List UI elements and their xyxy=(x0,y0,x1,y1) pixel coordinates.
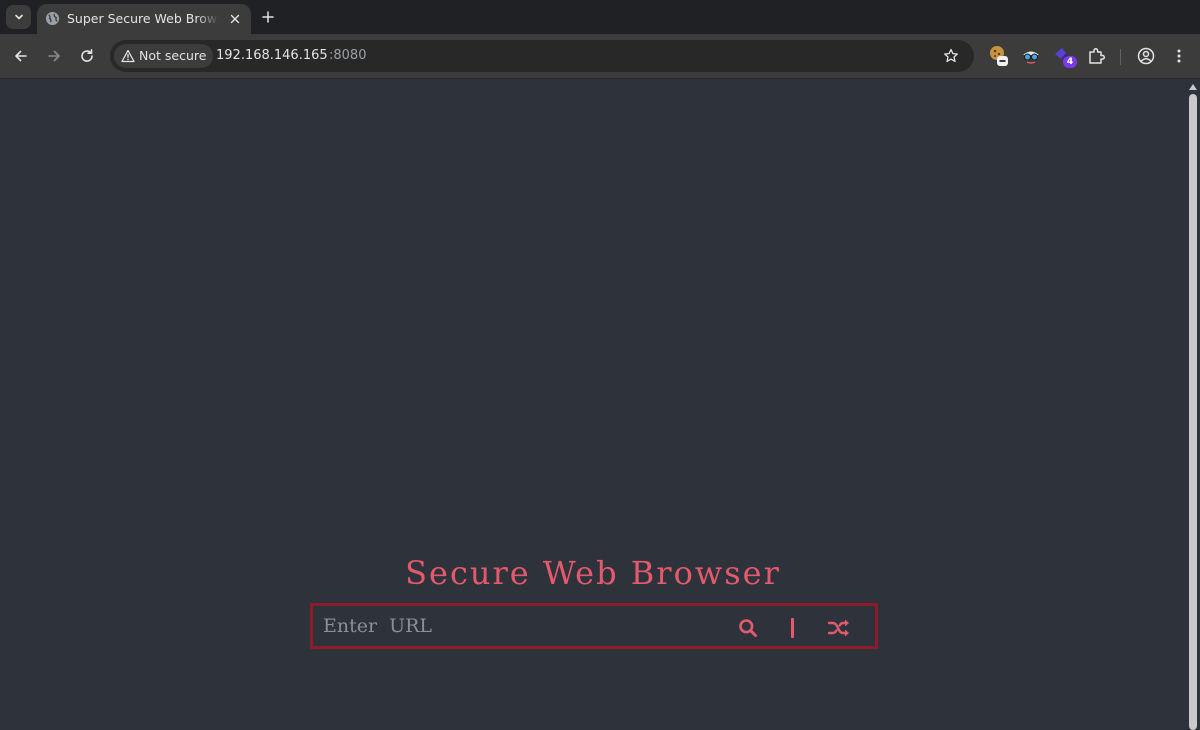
more-vert-icon xyxy=(1177,49,1181,63)
forward-button[interactable] xyxy=(42,44,66,68)
cookie-extension-icon xyxy=(990,46,1008,66)
page-title: Secure Web Browser xyxy=(405,554,781,592)
shuffle-icon xyxy=(827,619,849,637)
cookie-extension-button[interactable] xyxy=(988,44,1012,68)
tab-strip: Super Secure Web Browser xyxy=(0,0,1200,34)
bookmark-button[interactable] xyxy=(941,46,961,66)
star-icon xyxy=(944,48,958,63)
puzzle-extensions-icon xyxy=(1089,47,1106,64)
toolbar: Not secure 192.168.146.165 :8080 4 xyxy=(0,34,1200,79)
back-button[interactable] xyxy=(9,44,33,68)
tab-search-button[interactable] xyxy=(6,5,31,29)
tab-active[interactable]: Super Secure Web Browser xyxy=(37,4,251,34)
security-label: Not secure xyxy=(139,48,207,63)
scroll-up-icon[interactable] xyxy=(1189,84,1197,90)
arrow-left-icon xyxy=(15,50,27,62)
tab-close-button[interactable] xyxy=(226,10,244,28)
toolbar-separator xyxy=(1120,49,1121,65)
browser-menu-button[interactable] xyxy=(1167,44,1191,68)
scrollbar-thumb[interactable] xyxy=(1189,94,1197,730)
url-port: :8080 xyxy=(329,48,367,63)
browser-window: Super Secure Web Browser xyxy=(0,0,1200,730)
chevron-down-icon xyxy=(14,14,23,20)
address-bar[interactable]: Not secure 192.168.146.165 :8080 xyxy=(110,40,974,72)
random-url-button[interactable] xyxy=(827,617,851,639)
search-icon xyxy=(739,619,757,637)
url-host: 192.168.146.165 xyxy=(216,48,328,63)
spy-extension-icon xyxy=(1023,51,1039,64)
divider xyxy=(791,618,794,638)
warning-icon xyxy=(121,49,135,63)
search-button[interactable] xyxy=(737,617,759,639)
new-tab-button[interactable] xyxy=(257,6,279,28)
globe-icon xyxy=(45,11,60,26)
page-content: Secure Web Browser xyxy=(0,80,1186,730)
reload-icon xyxy=(81,49,93,62)
page-scrollbar[interactable] xyxy=(1186,80,1200,730)
reload-button[interactable] xyxy=(75,44,99,68)
shield-extension-button[interactable]: 4 xyxy=(1052,44,1077,68)
url-input[interactable] xyxy=(323,611,713,641)
security-chip[interactable]: Not secure xyxy=(114,44,213,68)
extensions-menu-button[interactable] xyxy=(1085,44,1109,68)
account-icon xyxy=(1137,47,1155,65)
extension-badge: 4 xyxy=(1063,56,1077,68)
close-icon xyxy=(230,14,240,24)
spy-extension-button[interactable] xyxy=(1019,44,1043,68)
profile-button[interactable] xyxy=(1134,44,1158,68)
arrow-right-icon xyxy=(48,50,60,62)
plus-icon xyxy=(262,11,274,23)
url-search-box xyxy=(310,603,878,649)
tab-title: Super Secure Web Browser xyxy=(67,11,219,26)
